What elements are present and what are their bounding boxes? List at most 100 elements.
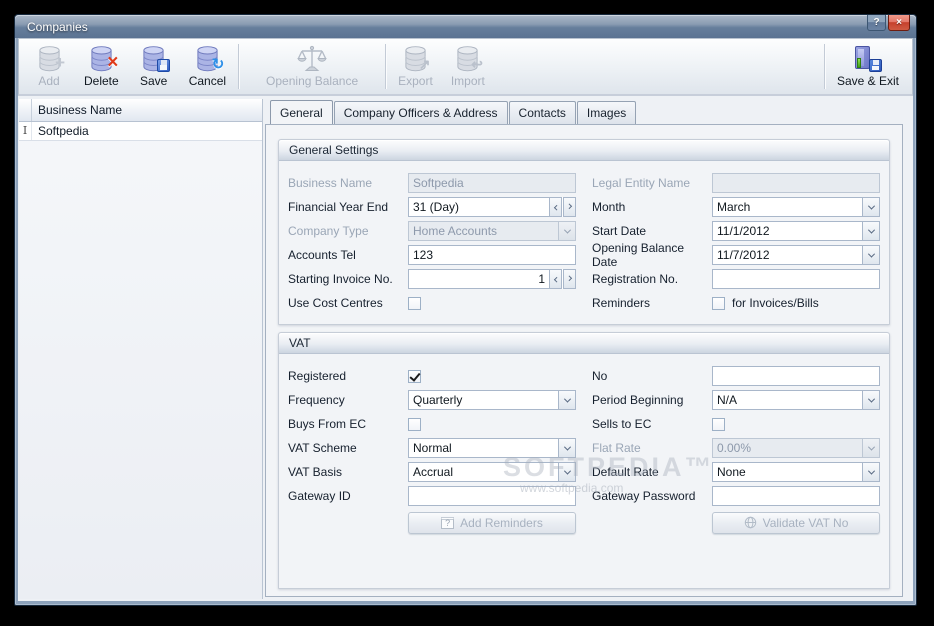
- select-flat-rate[interactable]: 0.00%: [712, 438, 880, 458]
- help-button[interactable]: ?: [867, 15, 886, 31]
- form-row: Validate VAT No: [592, 509, 880, 536]
- form-row: Company Type Home Accounts: [288, 219, 576, 243]
- select-frequency-value: Quarterly: [413, 393, 463, 407]
- label-start-date: Start Date: [592, 224, 647, 238]
- vat-left-column: Registered Frequency Quarterly Buys From…: [288, 364, 576, 536]
- form-row: Period Beginning N/A: [592, 388, 880, 412]
- chevron-down-icon: [563, 226, 571, 234]
- input-gateway-password[interactable]: [712, 486, 880, 506]
- companies-window: Companies ? × + Add × Delete Save ↻ Canc…: [14, 14, 917, 606]
- spin-down-button[interactable]: [549, 197, 562, 217]
- dropdown-button[interactable]: [558, 439, 575, 457]
- add-reminders-button[interactable]: ? Add Reminders: [408, 511, 576, 534]
- opening-balance-label: Opening Balance: [266, 74, 359, 88]
- validate-vat-button[interactable]: Validate VAT No: [712, 511, 880, 534]
- business-list-panel: Business Name I Softpedia: [19, 99, 263, 599]
- column-header-business-name[interactable]: Business Name: [32, 99, 262, 121]
- dropdown-button[interactable]: [862, 246, 879, 264]
- tab-company-officers-address[interactable]: Company Officers & Address: [333, 101, 508, 124]
- spinner-starting-invoice-no: [408, 269, 576, 289]
- select-company-type[interactable]: Home Accounts: [408, 221, 576, 241]
- form-row: ? Add Reminders: [288, 509, 576, 536]
- checkbox-buys-from-ec[interactable]: [408, 417, 421, 431]
- checkbox-use-cost-centres[interactable]: [408, 296, 421, 310]
- form-row: Starting Invoice No.: [288, 267, 576, 291]
- select-vat-scheme[interactable]: Normal: [408, 438, 576, 458]
- input-business-name[interactable]: [408, 173, 576, 193]
- label-period-beginning: Period Beginning: [592, 393, 684, 407]
- database-save-icon: [137, 44, 171, 73]
- label-business-name: Business Name: [288, 176, 373, 190]
- import-arrow-icon: ↩: [471, 56, 483, 72]
- spin-up-button[interactable]: [563, 197, 576, 217]
- dropdown-button[interactable]: [558, 463, 575, 481]
- save-button[interactable]: Save: [128, 41, 180, 92]
- select-vat-basis[interactable]: Accrual: [408, 462, 576, 482]
- tab-strip: General Company Officers & Address Conta…: [265, 99, 911, 125]
- row-selector-header-cell: [19, 99, 32, 121]
- label-buys-from-ec: Buys From EC: [288, 417, 367, 431]
- spinner-financial-year-end-input[interactable]: [408, 197, 549, 217]
- form-row: Financial Year End: [288, 195, 576, 219]
- close-button[interactable]: ×: [888, 15, 910, 31]
- tab-general[interactable]: General: [270, 100, 333, 125]
- form-row: Reminders for Invoices/Bills: [592, 291, 880, 315]
- group-vat: VAT Registered Frequency Quarterly Buys …: [278, 332, 890, 589]
- toolbar-separator: [385, 44, 387, 89]
- select-start-date-value: 11/1/2012: [717, 224, 770, 238]
- spin-up-button[interactable]: [563, 269, 576, 289]
- dropdown-button[interactable]: [862, 439, 879, 457]
- spinner-starting-invoice-input[interactable]: [408, 269, 549, 289]
- titlebar[interactable]: Companies ? ×: [15, 15, 916, 38]
- select-frequency[interactable]: Quarterly: [408, 390, 576, 410]
- toolbar: + Add × Delete Save ↻ Cancel Opening Bal…: [18, 38, 913, 96]
- chevron-left-icon: [553, 204, 560, 211]
- save-exit-button[interactable]: Save & Exit: [828, 41, 908, 92]
- dropdown-button[interactable]: [862, 198, 879, 216]
- window-content: Business Name I Softpedia General Compan…: [18, 96, 913, 601]
- save-button-label: Save: [140, 74, 168, 88]
- dropdown-button[interactable]: [558, 391, 575, 409]
- input-registration-no[interactable]: [712, 269, 880, 289]
- list-item-softpedia[interactable]: I Softpedia: [19, 122, 262, 141]
- cancel-button[interactable]: ↻ Cancel: [180, 41, 235, 92]
- spinner-financial-year-end: [408, 197, 576, 217]
- form-row: Buys From EC: [288, 412, 576, 436]
- dropdown-button[interactable]: [558, 222, 575, 240]
- dropdown-button[interactable]: [862, 463, 879, 481]
- close-icon: ×: [896, 17, 902, 28]
- label-company-type: Company Type: [288, 224, 369, 238]
- titlebar-buttons: ? ×: [867, 15, 910, 31]
- form-row: Registered: [288, 364, 576, 388]
- dropdown-button[interactable]: [862, 391, 879, 409]
- spin-down-button[interactable]: [549, 269, 562, 289]
- import-button[interactable]: ↩ Import: [442, 41, 494, 92]
- input-legal-entity-name[interactable]: [712, 173, 880, 193]
- checkbox-registered[interactable]: [408, 369, 421, 383]
- input-gateway-id[interactable]: [408, 486, 576, 506]
- chevron-right-icon: [565, 203, 572, 210]
- opening-balance-button[interactable]: Opening Balance: [242, 41, 382, 92]
- label-frequency: Frequency: [288, 393, 345, 407]
- form-row: Legal Entity Name: [592, 171, 880, 195]
- export-button[interactable]: ↗ Export: [389, 41, 442, 92]
- add-button[interactable]: + Add: [23, 41, 75, 92]
- label-flat-rate: Flat Rate: [592, 441, 641, 455]
- select-month[interactable]: March: [712, 197, 880, 217]
- form-row: Start Date 11/1/2012: [592, 219, 880, 243]
- chevron-down-icon: [563, 467, 571, 475]
- dropdown-button[interactable]: [862, 222, 879, 240]
- select-period-beginning[interactable]: N/A: [712, 390, 880, 410]
- delete-button[interactable]: × Delete: [75, 41, 128, 92]
- checkbox-sells-to-ec[interactable]: [712, 417, 725, 431]
- input-vat-no[interactable]: [712, 366, 880, 386]
- checkbox-reminders[interactable]: [712, 296, 725, 310]
- input-accounts-tel[interactable]: [408, 245, 576, 265]
- select-start-date[interactable]: 11/1/2012: [712, 221, 880, 241]
- select-default-rate[interactable]: None: [712, 462, 880, 482]
- database-export-icon: ↗: [398, 44, 432, 73]
- tab-contacts[interactable]: Contacts: [508, 101, 576, 124]
- select-default-rate-value: None: [717, 465, 746, 479]
- tab-images[interactable]: Images: [576, 101, 637, 124]
- select-opening-balance-date[interactable]: 11/7/2012: [712, 245, 880, 265]
